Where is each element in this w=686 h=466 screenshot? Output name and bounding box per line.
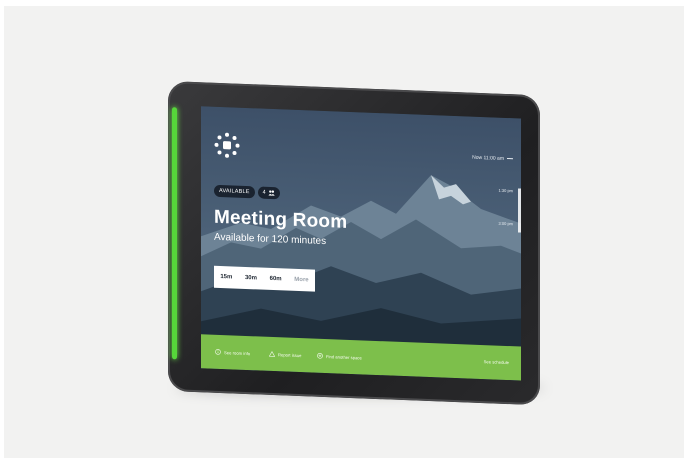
book-duration-selector: 15m 30m 60m More xyxy=(214,265,315,292)
book-30m-button[interactable]: 30m xyxy=(245,275,257,281)
book-60m-button[interactable]: 60m xyxy=(270,276,282,282)
capacity-count: 4 xyxy=(262,189,266,196)
report-issue-button[interactable]: Report issue xyxy=(269,350,302,358)
badge-row: AVAILABLE 4 xyxy=(214,184,280,200)
status-badge: AVAILABLE xyxy=(214,184,255,199)
tablet-device: Now 11:00 am 1:30 pm 3:00 pm AVAILABLE 4… xyxy=(168,81,540,406)
timeline-time: 1:30 pm xyxy=(498,187,513,194)
info-icon xyxy=(215,349,221,355)
people-icon xyxy=(268,190,275,196)
scene: Now 11:00 am 1:30 pm 3:00 pm AVAILABLE 4… xyxy=(0,0,686,466)
find-space-label: Find another space xyxy=(326,353,362,360)
screen: Now 11:00 am 1:30 pm 3:00 pm AVAILABLE 4… xyxy=(201,106,521,381)
find-space-button[interactable]: Find another space xyxy=(317,353,362,361)
room-info-label: See room info xyxy=(224,349,251,356)
timeline-bar[interactable] xyxy=(518,188,521,233)
room-info-button[interactable]: See room info xyxy=(215,349,250,356)
status-led xyxy=(172,107,177,360)
timeline-time: 3:00 pm xyxy=(498,220,513,227)
see-schedule-button[interactable]: See schedule xyxy=(484,359,509,365)
logo-icon xyxy=(214,132,240,158)
book-more-button[interactable]: More xyxy=(294,277,308,284)
book-15m-button[interactable]: 15m xyxy=(220,274,232,280)
search-icon xyxy=(317,353,323,359)
warning-icon xyxy=(269,350,275,357)
report-issue-label: Report issue xyxy=(278,351,302,358)
see-schedule-label: See schedule xyxy=(483,359,509,366)
capacity-badge: 4 xyxy=(257,186,280,200)
